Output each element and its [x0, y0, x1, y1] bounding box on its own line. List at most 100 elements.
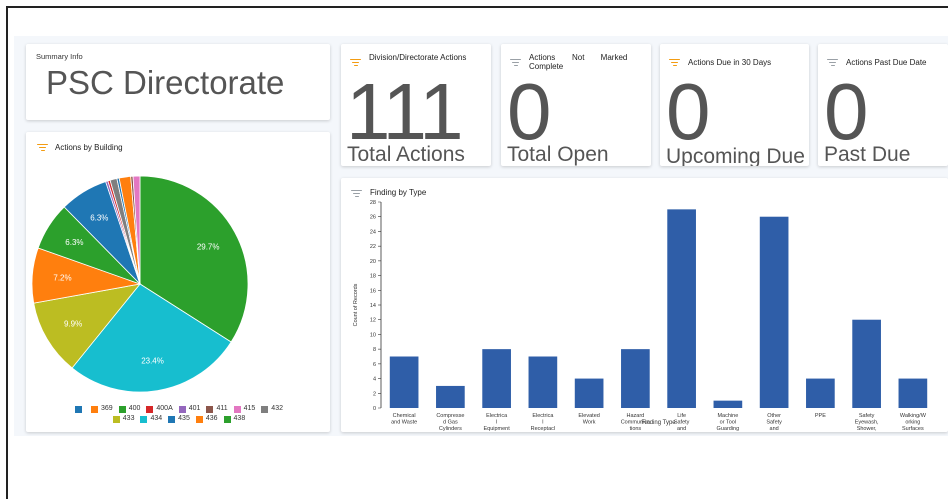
- legend-label: 432: [271, 405, 283, 412]
- legend-label: 433: [122, 415, 135, 422]
- x-tick-label: Electrica: [486, 413, 508, 419]
- pie-slice-label: 23.4%: [141, 357, 164, 366]
- legend-item[interactable]: 433: [112, 414, 135, 424]
- x-tick-label: Compresse: [436, 413, 464, 419]
- bar[interactable]: [759, 216, 789, 408]
- pie-slice-label: 9.9%: [64, 320, 82, 329]
- filter-icon[interactable]: [350, 59, 361, 67]
- legend-label: 434: [150, 415, 163, 422]
- legend-label: 400: [128, 405, 141, 412]
- legend-item[interactable]: 400: [118, 404, 141, 414]
- pie-legend: 369 400 400A 401 411 415 432 433 434 435 436 438: [34, 404, 324, 424]
- legend-item[interactable]: 438: [223, 414, 245, 424]
- pie-card-title: Actions by Building: [55, 143, 123, 152]
- legend-swatch: [75, 405, 83, 413]
- bar[interactable]: [806, 378, 835, 408]
- legend-item[interactable]: 411: [206, 404, 228, 414]
- x-tick-label: tions: [630, 426, 642, 432]
- y-tick-label: 4: [373, 377, 376, 383]
- bar[interactable]: [436, 385, 465, 408]
- summary-title: Summary Info: [36, 52, 83, 61]
- filter-icon[interactable]: [827, 59, 838, 67]
- y-tick-label: 22: [370, 244, 376, 250]
- legend-swatch: [168, 415, 176, 423]
- y-tick-label: 10: [370, 332, 376, 338]
- kpi-card-total-actions[interactable]: Division/Directorate Actions 111 Total A…: [341, 44, 491, 166]
- legend-label: 401: [188, 405, 201, 412]
- y-tick-label: 8: [373, 347, 376, 353]
- bar[interactable]: [574, 378, 604, 408]
- x-tick-label: Safety: [766, 420, 782, 426]
- legend-item[interactable]: 400A: [146, 404, 173, 414]
- bar-card: Finding by Type 0 2 4 6 8 10 12 14 16 18 20 22 24 26 2…: [341, 178, 948, 432]
- x-tick-label: Machine: [717, 413, 738, 419]
- bar[interactable]: [389, 356, 419, 409]
- filter-icon[interactable]: [669, 59, 680, 67]
- x-tick-label: orking: [905, 420, 920, 426]
- bar[interactable]: [898, 378, 928, 408]
- legend-swatch: [178, 405, 186, 413]
- x-tick-label: Work: [583, 420, 596, 426]
- pie-chart[interactable]: 29.7% 23.4% 9.9% 7.2% 6.3% 6.3%: [26, 152, 330, 414]
- kpi-card-upcoming-due[interactable]: Actions Due in 30 Days 0 Upcoming Due: [660, 44, 809, 166]
- legend-label: 436: [205, 415, 218, 422]
- y-tick-label: 24: [370, 229, 376, 235]
- x-tick-label: and: [677, 426, 686, 432]
- y-tick-label: 6: [373, 362, 376, 368]
- legend-row: 433 434 435 436 438: [34, 414, 324, 424]
- bar[interactable]: [482, 349, 511, 408]
- legend-label: 400A: [156, 405, 173, 412]
- legend-item[interactable]: 432: [261, 404, 283, 414]
- legend-item[interactable]: [75, 404, 85, 414]
- y-tick-label: 12: [370, 318, 376, 324]
- kpi-label: Upcoming Due: [666, 145, 805, 166]
- x-tick-label: Cylinders: [439, 426, 462, 432]
- legend-item[interactable]: 369: [91, 404, 113, 414]
- x-tick-label: Walking/W: [900, 413, 927, 419]
- bar[interactable]: [528, 356, 558, 409]
- y-tick-label: 2: [373, 391, 376, 397]
- x-tick-label: Life: [677, 413, 686, 419]
- bar[interactable]: [713, 400, 743, 408]
- legend-swatch: [146, 405, 154, 413]
- legend-swatch: [195, 415, 203, 423]
- summary-card: Summary Info PSC Directorate: [26, 44, 330, 120]
- legend-item[interactable]: 436: [195, 414, 218, 424]
- x-tick-label: d Gas: [443, 420, 458, 426]
- filter-icon[interactable]: [510, 59, 521, 67]
- x-tick-label: Guarding: [717, 426, 740, 432]
- filter-icon[interactable]: [37, 144, 48, 152]
- x-tick-label: l: [542, 420, 543, 426]
- y-tick-label: 20: [370, 259, 376, 265]
- x-tick-label: and: [770, 426, 779, 432]
- y-tick-label: 16: [370, 288, 376, 294]
- x-tick-label: l: [496, 420, 497, 426]
- kpi-card-past-due[interactable]: Actions Past Due Date 0 Past Due: [818, 44, 948, 166]
- bar-chart[interactable]: 0246810121416182022242628Count of Record…: [341, 196, 948, 432]
- x-tick-label: Equipment: [483, 426, 510, 432]
- legend-swatch: [233, 405, 241, 413]
- legend-swatch: [140, 415, 148, 423]
- legend-item[interactable]: 434: [140, 414, 162, 424]
- legend-item[interactable]: 415: [233, 404, 255, 414]
- pie-card: Actions by Building 29.7% 23.4% 9.9% 7.2% 6.…: [26, 132, 330, 432]
- kpi-card-total-open[interactable]: Actions Complete Not Marked 0 Total Open: [501, 44, 651, 166]
- bar[interactable]: [621, 349, 650, 408]
- legend-swatch: [112, 415, 120, 423]
- legend-item[interactable]: 401: [178, 404, 201, 414]
- legend-swatch: [261, 405, 269, 413]
- bar[interactable]: [852, 319, 881, 408]
- legend-label: 435: [178, 415, 190, 422]
- pie-slice-label: 29.7%: [197, 243, 220, 252]
- y-axis-label: Count of Records: [353, 283, 359, 326]
- legend-item[interactable]: 435: [168, 414, 190, 424]
- kpi-title: Division/Directorate Actions: [369, 53, 467, 62]
- x-tick-label: Safety: [674, 420, 690, 426]
- x-tick-label: Safety: [859, 413, 875, 419]
- bar[interactable]: [667, 209, 696, 408]
- x-tick-label: Chemical: [393, 413, 416, 419]
- legend-row: 369 400 400A 401 411 415 432: [34, 404, 324, 414]
- kpi-title: Actions Due in 30 Days: [688, 58, 772, 67]
- x-tick-label: Eyewash,: [855, 420, 879, 426]
- legend-swatch: [206, 405, 214, 413]
